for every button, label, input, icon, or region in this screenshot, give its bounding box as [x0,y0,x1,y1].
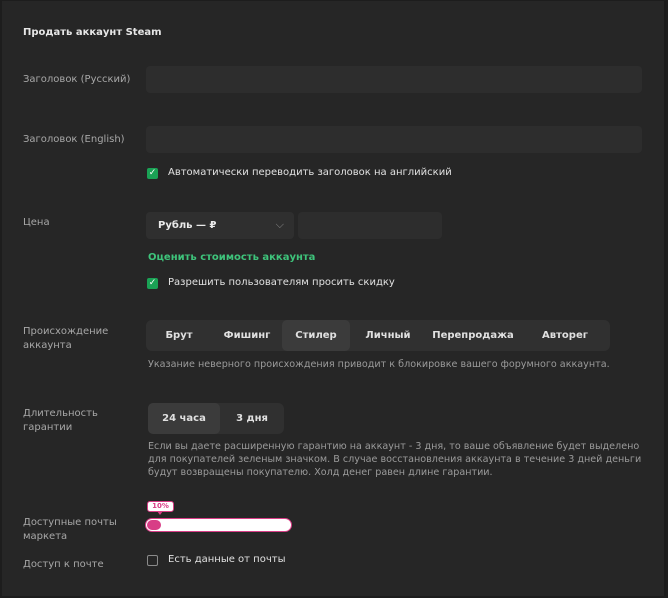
page-title: Продать аккаунт Steam [23,27,162,38]
origin-option-personal[interactable]: Личный [350,320,426,351]
market-mail-slider[interactable] [145,518,292,532]
origin-hint: Указание неверного происхождения приводи… [148,359,610,370]
mail-data-checkbox[interactable] [147,555,158,566]
auto-translate-checkbox[interactable]: ✓ [147,168,158,179]
auto-translate-label: Автоматически переводить заголовок на ан… [168,167,452,178]
estimate-price-link[interactable]: Оценить стоимость аккаунта [148,252,315,263]
origin-option-resale[interactable]: Перепродажа [426,320,520,351]
guarantee-hint: Если вы даете расширенную гарантию на ак… [148,441,642,478]
allow-discount-checkbox[interactable]: ✓ [147,278,158,289]
market-mail-slider-fill [147,520,161,530]
guarantee-segmented-control: 24 часа 3 дня [148,403,284,434]
guarantee-option-24h[interactable]: 24 часа [148,403,220,434]
guarantee-option-3d[interactable]: 3 дня [220,403,284,434]
origin-option-phishing[interactable]: Фишинг [212,320,282,351]
mail-access-label: Доступ к почте [23,559,104,570]
origin-option-stealer[interactable]: Стилер [282,320,350,351]
market-mail-label: Доступные почты маркета [23,517,117,542]
chevron-down-icon: ⌵ [275,218,284,231]
origin-label: Происхождение аккаунта [23,326,109,351]
currency-value: Рубль — ₽ [158,220,217,231]
price-label: Цена [23,217,50,228]
mail-data-label: Есть данные от почты [168,554,286,565]
title-en-input[interactable] [146,126,642,153]
price-input[interactable] [298,212,442,239]
guarantee-label: Длительность гарантии [23,408,98,433]
title-ru-label: Заголовок (Русский) [23,74,131,85]
sell-account-panel: Продать аккаунт Steam Заголовок (Русский… [2,1,666,596]
origin-option-autoreg[interactable]: Авторег [520,320,610,351]
currency-select[interactable]: Рубль — ₽ ⌵ [146,212,294,239]
market-mail-tooltip: 10% [147,501,174,515]
title-en-label: Заголовок (English) [23,134,125,145]
origin-option-brute[interactable]: Брут [146,320,212,351]
origin-segmented-control: Брут Фишинг Стилер Личный Перепродажа Ав… [146,320,610,351]
title-ru-input[interactable] [146,66,642,93]
allow-discount-label: Разрешить пользователям просить скидку [168,277,395,288]
